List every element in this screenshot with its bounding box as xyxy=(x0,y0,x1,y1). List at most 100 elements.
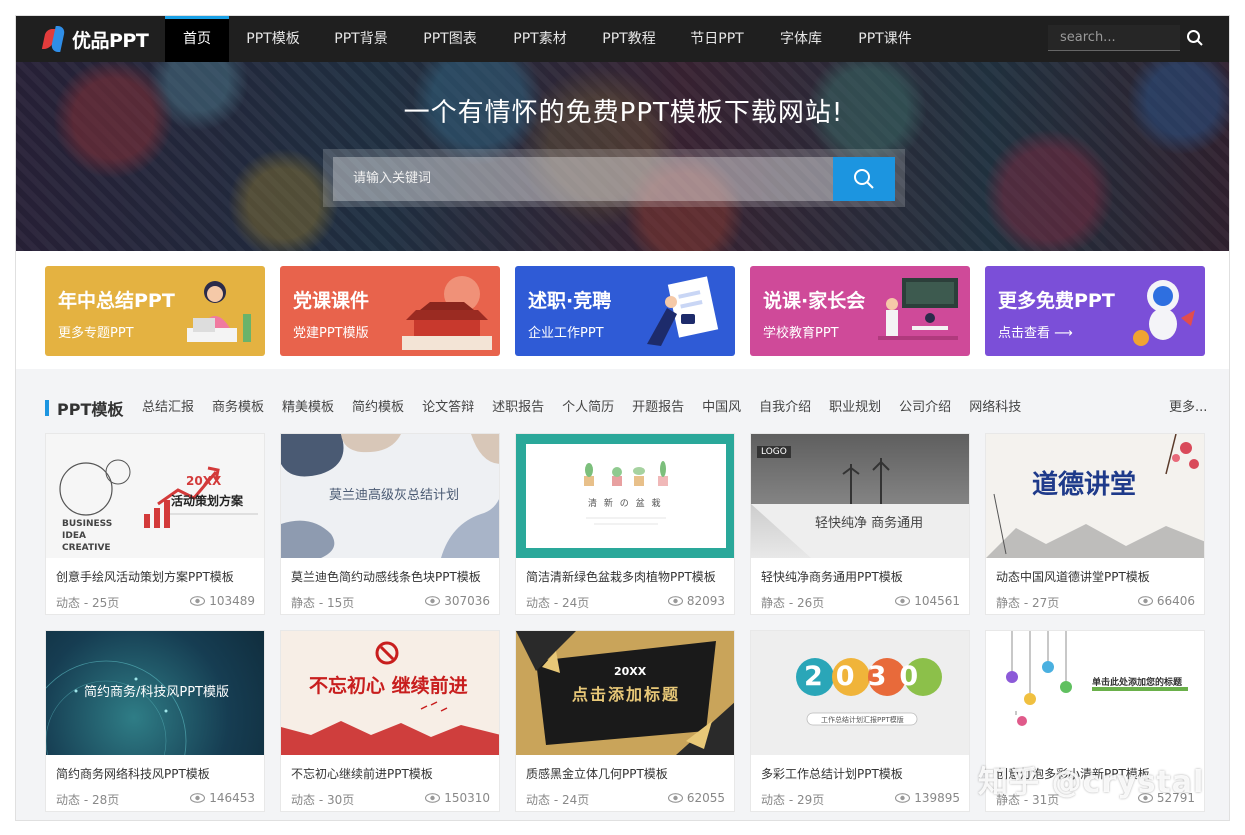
category-link[interactable]: 精美模板 xyxy=(282,399,334,417)
hero-search: 请输入关键词 xyxy=(323,149,905,207)
eye-icon xyxy=(895,596,911,606)
category-link[interactable]: 商务模板 xyxy=(212,399,264,417)
hero-search-input[interactable]: 请输入关键词 xyxy=(333,157,833,201)
template-thumbnail[interactable]: 简约商务/科技风PPT模版 xyxy=(46,631,264,755)
card-title[interactable]: 多彩工作总结计划PPT模板 xyxy=(761,765,966,782)
template-thumbnail[interactable]: LOGO 轻快纯净 商务通用 xyxy=(751,434,969,558)
classroom-illustration xyxy=(878,278,958,340)
view-count: 146453 xyxy=(209,791,255,805)
card-meta: 动态 - 24页 xyxy=(526,793,590,807)
robot-astronaut-illustration xyxy=(1133,280,1195,346)
banner-title: 党课课件 xyxy=(293,290,370,312)
eye-icon xyxy=(425,793,441,803)
category-link[interactable]: 公司介绍 xyxy=(899,399,951,417)
view-count: 139895 xyxy=(914,791,960,805)
template-card[interactable]: 20XX 点击添加标题 质感黑金立体几何PPT模板 动态 - 24页 62055 xyxy=(515,630,735,812)
thumb-title: 活动策划方案 xyxy=(171,494,244,508)
view-count: 150310 xyxy=(444,791,490,805)
more-link[interactable]: 更多... xyxy=(1169,399,1207,417)
section-header: PPT模板 xyxy=(45,399,123,419)
thumb-title: 点击添加标题 xyxy=(572,685,681,704)
banner-subtitle: 点击查看 ⟶ xyxy=(998,326,1073,341)
card-meta: 静态 - 26页 xyxy=(761,596,825,610)
view-count: 307036 xyxy=(444,594,490,608)
card-title[interactable]: 创意手绘风活动策划方案PPT模板 xyxy=(56,568,261,585)
template-card[interactable]: 简约商务/科技风PPT模版 简约商务网络科技风PPT模板 动态 - 28页 14… xyxy=(45,630,265,812)
category-link[interactable]: 自我介绍 xyxy=(759,399,811,417)
eye-icon xyxy=(425,596,441,606)
nav-search-input[interactable]: search... xyxy=(1048,25,1180,51)
thumb-year: 20XX xyxy=(186,474,222,488)
nav-item-ppt-courseware[interactable]: PPT课件 xyxy=(841,16,929,62)
category-link[interactable]: 简约模板 xyxy=(352,399,404,417)
card-views: 103489 xyxy=(190,594,255,608)
category-link[interactable]: 网络科技 xyxy=(969,399,1021,417)
template-thumbnail[interactable]: 单击此处添加您的标题 xyxy=(986,631,1204,755)
card-title[interactable]: 质感黑金立体几何PPT模板 xyxy=(526,765,731,782)
colorful-numbers-illustration xyxy=(796,658,942,726)
eye-icon xyxy=(1137,596,1153,606)
template-card[interactable]: 不忘初心 继续前进 不忘初心继续前进PPT模板 动态 - 30页 150310 xyxy=(280,630,500,812)
category-link[interactable]: 职业规划 xyxy=(829,399,881,417)
card-title[interactable]: 莫兰迪色简约动感线条色块PPT模板 xyxy=(291,568,496,585)
category-link[interactable]: 述职报告 xyxy=(492,399,544,417)
logo-text: 优品PPT xyxy=(72,29,149,52)
nav-item-holiday-ppt[interactable]: 节日PPT xyxy=(673,16,761,62)
card-views: 82093 xyxy=(667,594,725,608)
card-title[interactable]: 简洁清新绿色盆栽多肉植物PPT模板 xyxy=(526,568,731,585)
card-title[interactable]: 轻快纯净商务通用PPT模板 xyxy=(761,568,966,585)
nav-item-ppt-materials[interactable]: PPT素材 xyxy=(495,16,585,62)
nav-item-ppt-templates[interactable]: PPT模板 xyxy=(229,16,317,62)
businessman-illustration xyxy=(647,276,719,346)
search-icon[interactable] xyxy=(1186,29,1204,47)
banner-debrief-competition[interactable]: 述职·竞聘 企业工作PPT xyxy=(515,266,735,356)
thumb-title: 不忘初心 继续前进 xyxy=(309,675,468,697)
card-title[interactable]: 动态中国风道德讲堂PPT模板 xyxy=(996,568,1201,585)
eye-icon xyxy=(190,596,206,606)
hero-search-button[interactable] xyxy=(833,157,895,201)
category-link[interactable]: 论文答辩 xyxy=(422,399,474,417)
banner-title: 年中总结PPT xyxy=(58,290,175,312)
template-thumbnail[interactable]: 道德讲堂 xyxy=(986,434,1204,558)
site-logo[interactable]: 优品PPT xyxy=(41,25,149,53)
banner-party-courseware[interactable]: 党课课件 党建PPT模版 xyxy=(280,266,500,356)
card-views: 139895 xyxy=(895,791,960,805)
nav-item-ppt-charts[interactable]: PPT图表 xyxy=(405,16,495,62)
card-meta: 静态 - 15页 xyxy=(291,596,355,610)
category-link[interactable]: 个人简历 xyxy=(562,399,614,417)
template-card[interactable]: 20XX 活动策划方案 BUSINESS IDEA CREATIVE 创意手绘风… xyxy=(45,433,265,615)
template-card[interactable]: 莫兰迪高级灰总结计划 莫兰迪色简约动感线条色块PPT模板 静态 - 15页 30… xyxy=(280,433,500,615)
card-meta: 动态 - 24页 xyxy=(526,596,590,610)
hero-title: 一个有情怀的免费PPT模板下载网站! xyxy=(403,98,844,128)
template-thumbnail[interactable]: 不忘初心 继续前进 xyxy=(281,631,499,755)
card-title[interactable]: 简约商务网络科技风PPT模板 xyxy=(56,765,261,782)
template-card[interactable]: 2030 工作总结计划汇报PPT模版 多彩工作总结计划PPT模板 动态 - 29… xyxy=(750,630,970,812)
category-link[interactable]: 总结汇报 xyxy=(142,399,194,417)
ppt-template-section: PPT模板 总结汇报 商务模板 精美模板 简约模板 论文答辩 述职报告 个人简历… xyxy=(16,369,1229,820)
nav-item-ppt-tutorials[interactable]: PPT教程 xyxy=(585,16,673,62)
banner-midyear-summary[interactable]: 年中总结PPT 更多专题PPT xyxy=(45,266,265,356)
category-link[interactable]: 开题报告 xyxy=(632,399,684,417)
template-thumbnail[interactable]: 20XX 点击添加标题 xyxy=(516,631,734,755)
card-views: 66406 xyxy=(1137,594,1195,608)
category-tabs: 总结汇报 商务模板 精美模板 简约模板 论文答辩 述职报告 个人简历 开题报告 … xyxy=(142,399,1039,417)
nav-item-home[interactable]: 首页 xyxy=(165,16,229,62)
template-thumbnail[interactable]: 2030 工作总结计划汇报PPT模版 xyxy=(751,631,969,755)
eye-icon xyxy=(667,596,683,606)
nav-item-ppt-backgrounds[interactable]: PPT背景 xyxy=(317,16,405,62)
template-card[interactable]: LOGO 轻快纯净 商务通用 轻快纯净商务通用PPT模板 静态 - 26页 10… xyxy=(750,433,970,615)
watermark-text: 知乎 @crystal xyxy=(978,765,1205,800)
template-thumbnail[interactable]: 清 新 の 盆 栽 xyxy=(516,434,734,558)
nav-item-fonts[interactable]: 字体库 xyxy=(761,16,841,62)
banner-teaching-parents[interactable]: 说课·家长会 学校教育PPT xyxy=(750,266,970,356)
banner-more-free-ppt[interactable]: 更多免费PPT 点击查看 ⟶ xyxy=(985,266,1205,356)
template-thumbnail[interactable]: 莫兰迪高级灰总结计划 xyxy=(281,434,499,558)
template-thumbnail[interactable]: 20XX 活动策划方案 BUSINESS IDEA CREATIVE xyxy=(46,434,264,558)
card-title[interactable]: 不忘初心继续前进PPT模板 xyxy=(291,765,496,782)
thumb-title: 清 新 の 盆 栽 xyxy=(588,499,663,509)
card-meta: 动态 - 25页 xyxy=(56,596,120,610)
logo-icon xyxy=(41,26,66,52)
category-link[interactable]: 中国风 xyxy=(702,399,741,417)
template-card[interactable]: 清 新 の 盆 栽 简洁清新绿色盆栽多肉植物PPT模板 动态 - 24页 820… xyxy=(515,433,735,615)
template-card[interactable]: 道德讲堂 动态中国风道德讲堂PPT模板 静态 - 27页 66406 xyxy=(985,433,1205,615)
